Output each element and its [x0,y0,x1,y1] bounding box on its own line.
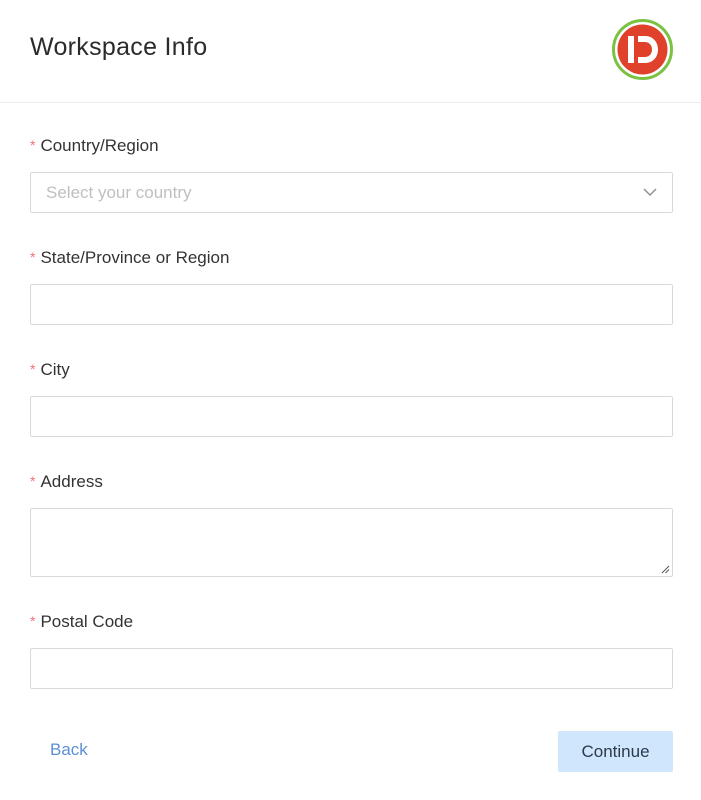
continue-button[interactable]: Continue [558,731,673,772]
back-button[interactable]: Back [50,740,88,760]
country-select[interactable]: Select your country [30,172,673,213]
address-textarea[interactable] [30,508,673,577]
required-mark: * [30,249,36,265]
required-mark: * [30,361,36,377]
city-label: * City [30,360,70,380]
city-label-text: City [40,360,70,379]
country-label: * Country/Region [30,136,159,156]
address-label: * Address [30,472,103,492]
brand-logo [612,19,673,80]
postal-code-input[interactable] [30,648,673,689]
required-mark: * [30,613,36,629]
country-select-placeholder: Select your country [46,183,192,202]
required-mark: * [30,473,36,489]
resize-grip-icon[interactable] [660,564,670,574]
page-title: Workspace Info [30,33,208,61]
required-mark: * [30,137,36,153]
city-input[interactable] [30,396,673,437]
header: Workspace Info [0,0,701,103]
state-label: * State/Province or Region [30,248,229,268]
chevron-down-icon [643,188,657,196]
country-label-text: Country/Region [40,136,159,155]
postal-label-text: Postal Code [40,612,134,631]
state-label-text: State/Province or Region [40,248,230,267]
postal-label: * Postal Code [30,612,133,632]
address-label-text: Address [40,472,103,491]
state-input[interactable] [30,284,673,325]
